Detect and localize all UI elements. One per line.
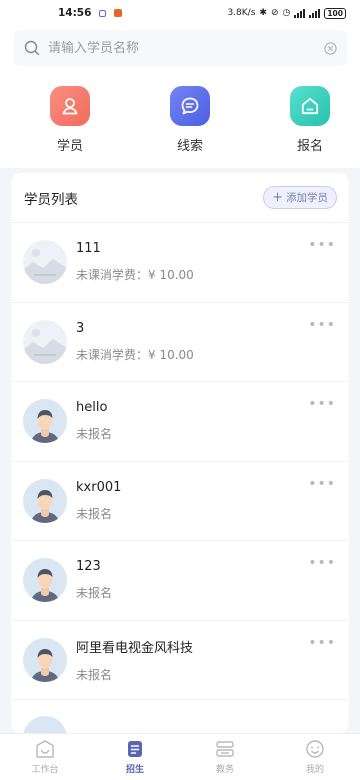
student-name: 111: [76, 241, 101, 257]
tab-profile[interactable]: 我的: [270, 734, 360, 780]
more-icon[interactable]: •••: [308, 317, 336, 333]
student-name: 阿里看电视金风科技: [76, 640, 194, 656]
app-notification-icon: [114, 9, 123, 17]
search-input[interactable]: [48, 40, 324, 56]
smile-box-icon: [36, 740, 54, 758]
add-student-button[interactable]: + 添加学员: [263, 186, 337, 209]
tab-label: 我的: [305, 765, 324, 775]
student-detail: 未报名: [76, 427, 113, 442]
student-detail: 未课消学费：¥ 10.00: [76, 347, 194, 362]
battery-icon: 100: [324, 7, 346, 19]
student-name: 3: [76, 320, 85, 336]
student-list-card: 学员列表 + 添加学员 111 未课消学费：¥ 10.00 ••• 3 未课消学…: [11, 173, 349, 733]
student-list-header: 学员列表 + 添加学员: [11, 173, 349, 223]
placeholder-image-icon: [23, 240, 67, 285]
default-person-avatar: [23, 399, 67, 444]
student-icon: [50, 86, 90, 126]
student-row-partial[interactable]: [11, 700, 349, 733]
student-detail: 未报名: [76, 667, 113, 682]
student-name: kxr001: [76, 479, 122, 495]
quick-action-leads[interactable]: 线索: [160, 72, 220, 168]
home-icon: [290, 86, 330, 126]
default-person-avatar: [23, 716, 67, 733]
more-icon[interactable]: •••: [308, 476, 336, 492]
plus-icon: +: [272, 190, 283, 205]
search-bar: [0, 26, 360, 72]
status-time: 14:56: [58, 7, 92, 19]
signal-icon-2: [309, 8, 321, 18]
student-name: hello: [76, 400, 108, 416]
placeholder-image-icon: [23, 319, 67, 364]
mute-icon: ⊘: [270, 8, 279, 18]
more-icon[interactable]: •••: [308, 635, 336, 651]
student-detail: 未报名: [76, 586, 113, 601]
bluetooth-icon: ✱: [259, 8, 267, 18]
student-list-title: 学员列表: [24, 191, 78, 208]
search-box[interactable]: [14, 30, 347, 66]
more-icon[interactable]: •••: [308, 555, 336, 571]
student-detail: 未报名: [76, 506, 113, 521]
quick-action-label: 报名: [296, 139, 323, 154]
face-icon: [306, 740, 324, 758]
student-row[interactable]: hello 未报名 •••: [11, 382, 349, 462]
more-icon[interactable]: •••: [308, 237, 336, 253]
tab-academic[interactable]: 教务: [180, 734, 270, 780]
document-icon: [128, 741, 142, 757]
clear-icon[interactable]: [324, 41, 337, 55]
chat-icon: [170, 86, 210, 126]
tab-label: 招生: [125, 765, 144, 775]
student-row[interactable]: kxr001 未报名 •••: [11, 462, 349, 541]
more-icon[interactable]: •••: [308, 396, 336, 412]
quick-action-label: 线索: [176, 139, 203, 154]
quick-action-students[interactable]: 学员: [40, 72, 100, 168]
student-row[interactable]: 3 未课消学费：¥ 10.00 •••: [11, 303, 349, 382]
default-person-avatar: [23, 637, 67, 682]
network-speed: 3.8K/s: [227, 8, 256, 18]
tab-workbench[interactable]: 工作台: [0, 734, 90, 780]
signal-icon: [294, 8, 306, 18]
default-person-avatar: [23, 478, 67, 523]
student-row[interactable]: 111 未课消学费：¥ 10.00 •••: [11, 223, 349, 303]
bottom-tab-bar: 工作台 招生 教务 我的: [0, 733, 360, 780]
notification-icon: [99, 9, 107, 17]
quick-actions: 学员 线索 报名: [0, 72, 360, 168]
tab-label: 工作台: [31, 765, 59, 775]
status-bar: 14:56 3.8K/s ✱ ⊘ ◷ 100: [0, 0, 360, 26]
quick-action-label: 学员: [56, 139, 83, 154]
search-icon: [24, 40, 40, 56]
student-row[interactable]: 阿里看电视金风科技 未报名 •••: [11, 621, 349, 700]
tab-enrollment[interactable]: 招生: [90, 734, 180, 780]
layers-icon: [216, 741, 234, 757]
quick-action-enroll[interactable]: 报名: [280, 72, 340, 168]
tab-label: 教务: [215, 765, 234, 775]
student-row[interactable]: 123 未报名 •••: [11, 541, 349, 621]
student-name: 123: [76, 559, 101, 575]
default-person-avatar: [23, 558, 67, 603]
student-detail: 未课消学费：¥ 10.00: [76, 268, 194, 283]
add-student-label: 添加学员: [286, 192, 328, 204]
alarm-icon: ◷: [282, 8, 291, 18]
